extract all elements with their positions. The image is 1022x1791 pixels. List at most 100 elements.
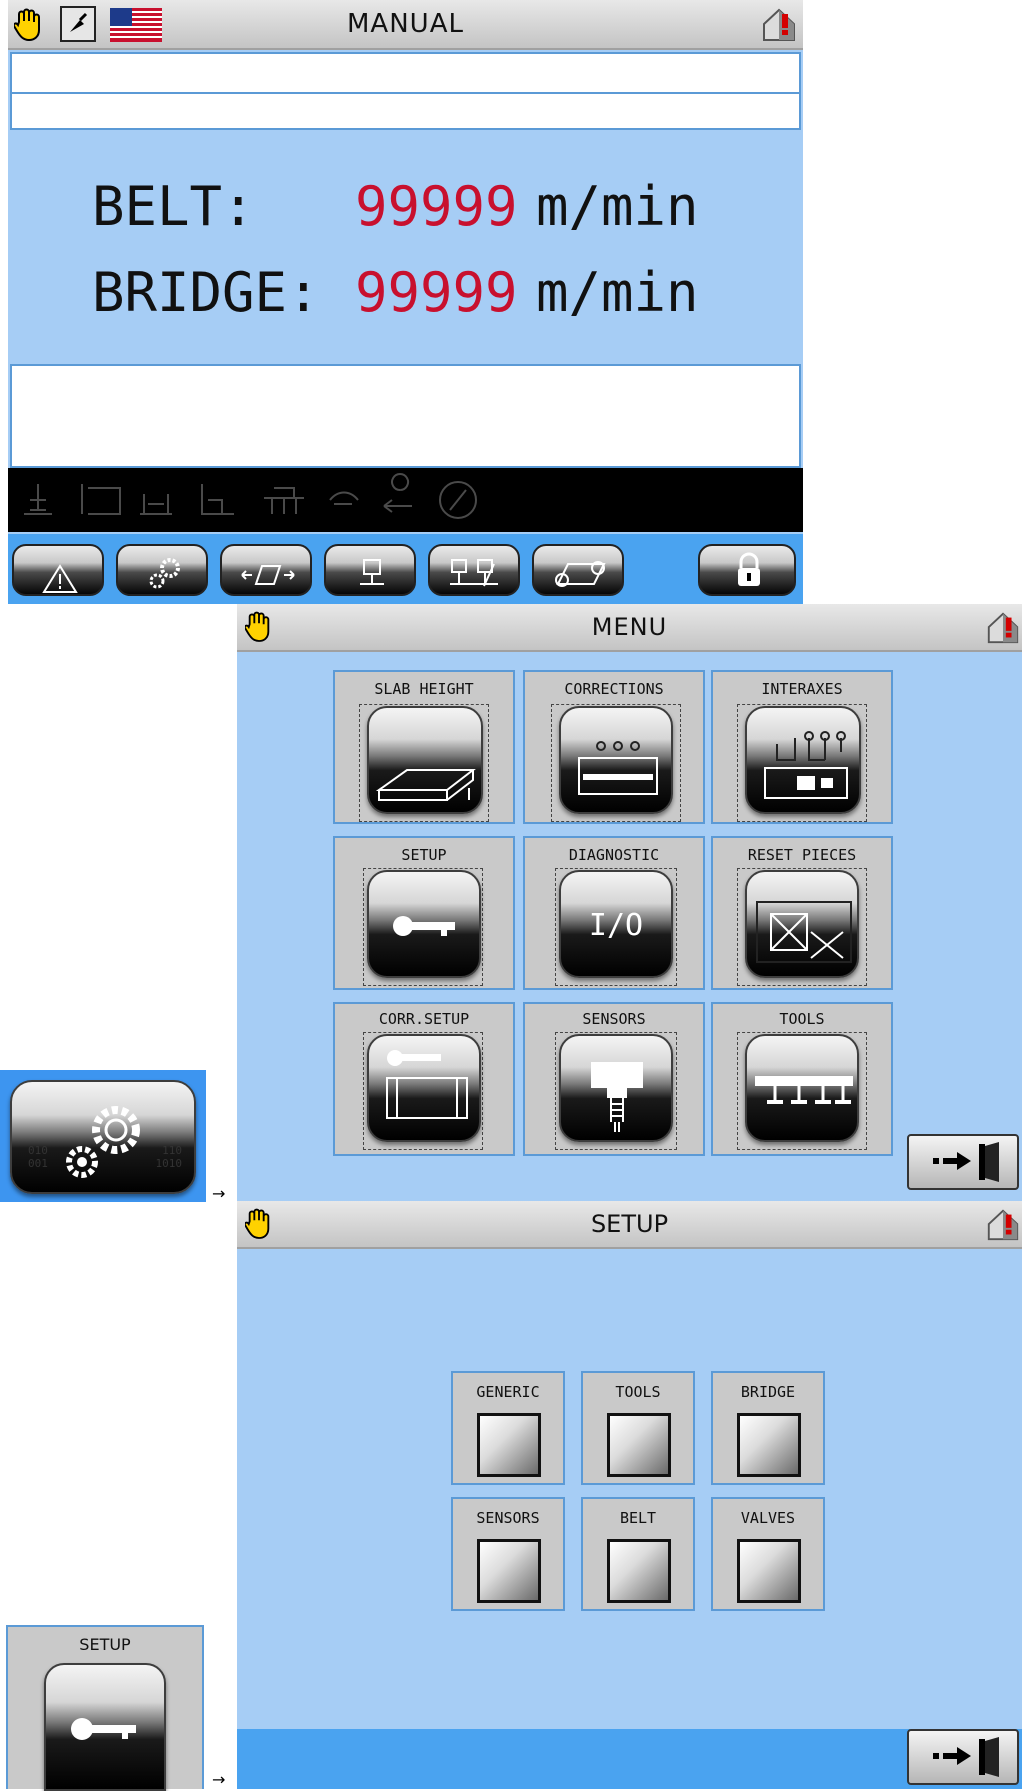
setup-titlebar: SETUP	[237, 1201, 1022, 1249]
tile-square-icon	[477, 1539, 541, 1603]
tile-label: SLAB HEIGHT	[374, 680, 474, 698]
tile-setup[interactable]: SETUP	[333, 836, 515, 990]
tool-icon[interactable]	[60, 6, 96, 42]
belt-value: 99999	[355, 175, 518, 238]
io-icon: I/O	[559, 870, 673, 978]
exit-icon	[933, 1142, 999, 1182]
tile-generic[interactable]: GENERIC	[451, 1371, 565, 1485]
tile-label: SETUP	[401, 846, 447, 864]
tile-label: VALVES	[740, 1509, 796, 1527]
setup-body	[237, 1249, 1022, 1729]
tile-sensors[interactable]: SENSORS	[451, 1497, 565, 1611]
tile-label: TOOLS	[615, 1383, 661, 1401]
tile-label: INTERAXES	[761, 680, 843, 698]
tile-tools[interactable]: TOOLS	[711, 1002, 893, 1156]
tile-label: DIAGNOSTIC	[568, 846, 660, 864]
tile-reset-pieces[interactable]: RESET PIECES	[711, 836, 893, 990]
menu-button[interactable]	[116, 544, 208, 596]
conveyor-icon	[555, 561, 606, 587]
key-icon	[44, 1663, 166, 1791]
tile-label: CORRECTIONS	[564, 680, 664, 698]
bridge-value: 99999	[355, 261, 518, 324]
tile-label: CORR.SETUP	[378, 1010, 470, 1028]
tile-diagnostic[interactable]: DIAGNOSTIC I/O	[523, 836, 705, 990]
tile-sensors[interactable]: SENSORS	[523, 1002, 705, 1156]
corrections-icon	[559, 706, 673, 814]
tile-label: SENSORS	[582, 1010, 646, 1028]
interaxes-icon	[745, 706, 861, 814]
reset-icon	[745, 870, 859, 978]
tile-square-icon	[607, 1539, 671, 1603]
tile-corr-setup[interactable]: CORR.SETUP	[333, 1002, 515, 1156]
page-title: SETUP	[590, 1210, 669, 1238]
manual-screen: MANUAL BELT: 99999 m/min BRIDGE: 99999 m…	[8, 0, 803, 604]
flow-arrow: →	[212, 1770, 226, 1789]
manual-titlebar: MANUAL	[8, 0, 803, 50]
tile-tools[interactable]: TOOLS	[581, 1371, 695, 1485]
exit-button[interactable]	[907, 1134, 1019, 1190]
alarm-button[interactable]	[12, 544, 104, 596]
tools-icon	[745, 1034, 859, 1142]
sensor-icon	[559, 1034, 673, 1142]
tool-down-button[interactable]	[324, 544, 416, 596]
bridge-speed-row: BRIDGE: 99999 m/min	[92, 258, 792, 328]
lock-button[interactable]	[698, 544, 796, 596]
tile-square-icon	[737, 1539, 801, 1603]
warning-icon	[42, 564, 78, 593]
bridge-label: BRIDGE:	[92, 261, 320, 324]
tile-label: BELT	[619, 1509, 657, 1527]
status-icon-bar	[8, 468, 803, 532]
page-title: MENU	[591, 613, 668, 641]
tile-label: TOOLS	[779, 1010, 825, 1028]
home-alarm-icon[interactable]	[760, 6, 798, 44]
message-line-2	[10, 92, 801, 130]
exit-button[interactable]	[907, 1729, 1019, 1785]
tile-label: BRIDGE	[740, 1383, 796, 1401]
binary-right: 110 1010	[155, 1144, 183, 1170]
tile-label: RESET PIECES	[747, 846, 857, 864]
tool-down-icon	[360, 559, 384, 585]
bottom-toolbar	[8, 534, 803, 604]
io-text: I/O	[588, 908, 644, 943]
key-icon	[367, 870, 481, 978]
key-box-icon	[367, 1034, 481, 1142]
tile-bridge[interactable]: BRIDGE	[711, 1371, 825, 1485]
setup-button-zoom: SETUP	[6, 1625, 204, 1791]
tools-button[interactable]	[428, 544, 520, 596]
bridge-unit: m/min	[536, 261, 699, 324]
tile-slab-height[interactable]: SLAB HEIGHT	[333, 670, 515, 824]
message-line-1	[10, 52, 801, 94]
tile-square-icon	[477, 1413, 541, 1477]
menu-button-zoom: 010 001 110 1010	[0, 1070, 206, 1202]
status-icons	[24, 473, 477, 519]
tile-interaxes[interactable]: INTERAXES	[711, 670, 893, 824]
hand-icon[interactable]	[243, 610, 273, 644]
menu-titlebar: MENU	[237, 604, 1022, 652]
gears-icon: 010 001 110 1010	[10, 1080, 196, 1194]
home-alarm-icon[interactable]	[985, 1207, 1021, 1243]
message-area	[10, 364, 801, 468]
home-alarm-icon[interactable]	[985, 610, 1021, 646]
tile-valves[interactable]: VALVES	[711, 1497, 825, 1611]
transfer-icon	[241, 565, 295, 585]
tile-label: SETUP	[79, 1635, 131, 1654]
lock-icon	[738, 552, 760, 586]
transfer-button[interactable]	[220, 544, 312, 596]
setup-screen: SETUP GENERIC TOOLS BRIDGE SENSORS BELT …	[237, 1201, 1022, 1789]
us-flag-icon[interactable]	[110, 8, 162, 42]
tile-label: GENERIC	[476, 1383, 540, 1401]
belt-unit: m/min	[536, 175, 699, 238]
gears-icon	[149, 558, 180, 589]
tile-square-icon	[607, 1413, 671, 1477]
tile-corrections[interactable]: CORRECTIONS	[523, 670, 705, 824]
belt-speed-row: BELT: 99999 m/min	[92, 172, 792, 242]
hand-icon[interactable]	[243, 1207, 273, 1241]
slab-icon	[367, 706, 483, 814]
tools-icon	[450, 559, 498, 587]
tile-belt[interactable]: BELT	[581, 1497, 695, 1611]
tile-label: SENSORS	[476, 1509, 540, 1527]
belt-label: BELT:	[92, 175, 255, 238]
hand-icon[interactable]	[12, 8, 44, 42]
conveyor-button[interactable]	[532, 544, 624, 596]
exit-icon	[933, 1737, 999, 1777]
